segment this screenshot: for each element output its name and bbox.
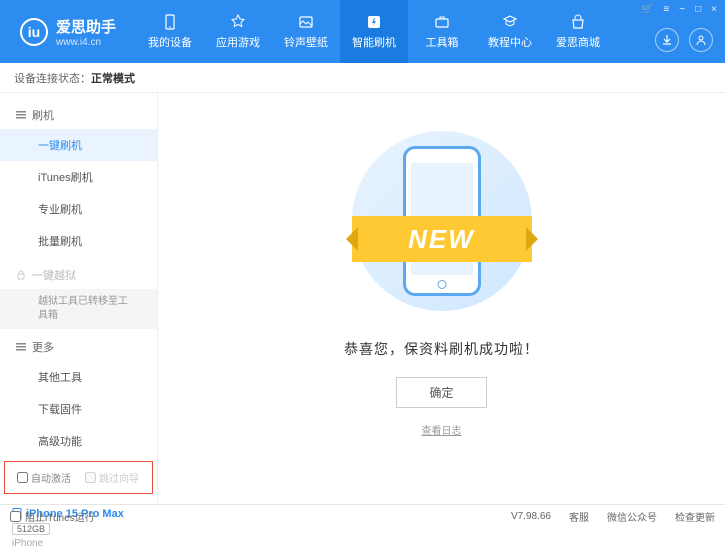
nav-ringtones[interactable]: 铃声壁纸 xyxy=(272,0,340,63)
view-log-link[interactable]: 查看日志 xyxy=(422,422,462,437)
sidebar-more-header[interactable]: 更多 xyxy=(0,333,157,361)
new-ribbon: NEW xyxy=(352,216,532,262)
user-button[interactable] xyxy=(689,28,713,52)
logo-title: 爱思助手 xyxy=(56,16,116,37)
device-icon xyxy=(161,13,179,31)
cart-icon[interactable]: 🛒 xyxy=(641,4,653,15)
list-icon xyxy=(16,342,26,352)
store-icon xyxy=(569,13,587,31)
status-mode: 正常模式 xyxy=(91,70,135,86)
download-button[interactable] xyxy=(655,28,679,52)
sidebar-item-other-tools[interactable]: 其他工具 xyxy=(0,361,157,393)
logo-url: www.i4.cn xyxy=(56,37,116,48)
app-header: iu 爱思助手 www.i4.cn 我的设备 应用游戏 铃声壁纸 智能刷机 工具… xyxy=(0,0,725,63)
toolbox-icon xyxy=(433,13,451,31)
nav-store[interactable]: 爱思商城 xyxy=(544,0,612,63)
logo: iu 爱思助手 www.i4.cn xyxy=(0,16,136,48)
sidebar-item-advanced[interactable]: 高级功能 xyxy=(0,425,157,457)
skip-wizard-checkbox[interactable]: 跳过向导 xyxy=(85,470,139,485)
main-content: NEW 恭喜您，保资料刷机成功啦！ 确定 查看日志 xyxy=(158,93,725,504)
success-message: 恭喜您，保资料刷机成功啦！ xyxy=(344,339,539,359)
header-right-buttons xyxy=(655,28,713,52)
nav-toolbox[interactable]: 工具箱 xyxy=(408,0,476,63)
list-icon xyxy=(16,110,26,120)
nav-tutorials[interactable]: 教程中心 xyxy=(476,0,544,63)
nav-apps[interactable]: 应用游戏 xyxy=(204,0,272,63)
support-link[interactable]: 客服 xyxy=(569,509,589,524)
sidebar-item-batch-flash[interactable]: 批量刷机 xyxy=(0,225,157,257)
sidebar-jailbreak-note: 越狱工具已转移至工具箱 xyxy=(0,289,157,329)
check-update-link[interactable]: 检查更新 xyxy=(675,509,715,524)
tutorial-icon xyxy=(501,13,519,31)
lock-icon xyxy=(16,270,26,280)
device-storage: 512GB xyxy=(12,523,50,535)
wallpaper-icon xyxy=(297,13,315,31)
sidebar: 刷机 一键刷机 iTunes刷机 专业刷机 批量刷机 一键越狱 越狱工具已转移至… xyxy=(0,93,158,504)
sidebar-jailbreak-header: 一键越狱 xyxy=(0,261,157,289)
status-label: 设备连接状态： xyxy=(14,70,91,86)
sidebar-item-oneclick-flash[interactable]: 一键刷机 xyxy=(0,129,157,161)
sidebar-item-itunes-flash[interactable]: iTunes刷机 xyxy=(0,161,157,193)
close-icon[interactable]: × xyxy=(711,4,717,15)
version-label: V7.98.66 xyxy=(511,511,551,522)
status-bar: 设备连接状态： 正常模式 xyxy=(0,63,725,93)
ok-button[interactable]: 确定 xyxy=(396,377,486,408)
logo-icon: iu xyxy=(20,18,48,46)
sidebar-item-download-firmware[interactable]: 下载固件 xyxy=(0,393,157,425)
flash-icon xyxy=(365,13,383,31)
nav-my-device[interactable]: 我的设备 xyxy=(136,0,204,63)
success-illustration: NEW xyxy=(342,121,542,321)
maximize-icon[interactable]: □ xyxy=(695,4,701,15)
window-controls: 🛒 ≡ − □ × xyxy=(641,4,717,15)
apps-icon xyxy=(229,13,247,31)
activation-options: 自动激活 跳过向导 xyxy=(4,461,153,494)
sidebar-flash-header[interactable]: 刷机 xyxy=(0,101,157,129)
minimize-icon[interactable]: − xyxy=(679,4,685,15)
menu-icon[interactable]: ≡ xyxy=(663,4,669,15)
main-nav: 我的设备 应用游戏 铃声壁纸 智能刷机 工具箱 教程中心 爱思商城 xyxy=(136,0,725,63)
auto-activate-checkbox[interactable]: 自动激活 xyxy=(17,470,71,485)
device-type: iPhone xyxy=(12,538,145,549)
nav-smart-flash[interactable]: 智能刷机 xyxy=(340,0,408,63)
sidebar-item-pro-flash[interactable]: 专业刷机 xyxy=(0,193,157,225)
wechat-link[interactable]: 微信公众号 xyxy=(607,509,657,524)
block-itunes-checkbox[interactable]: 阻止iTunes运行 xyxy=(10,509,95,524)
